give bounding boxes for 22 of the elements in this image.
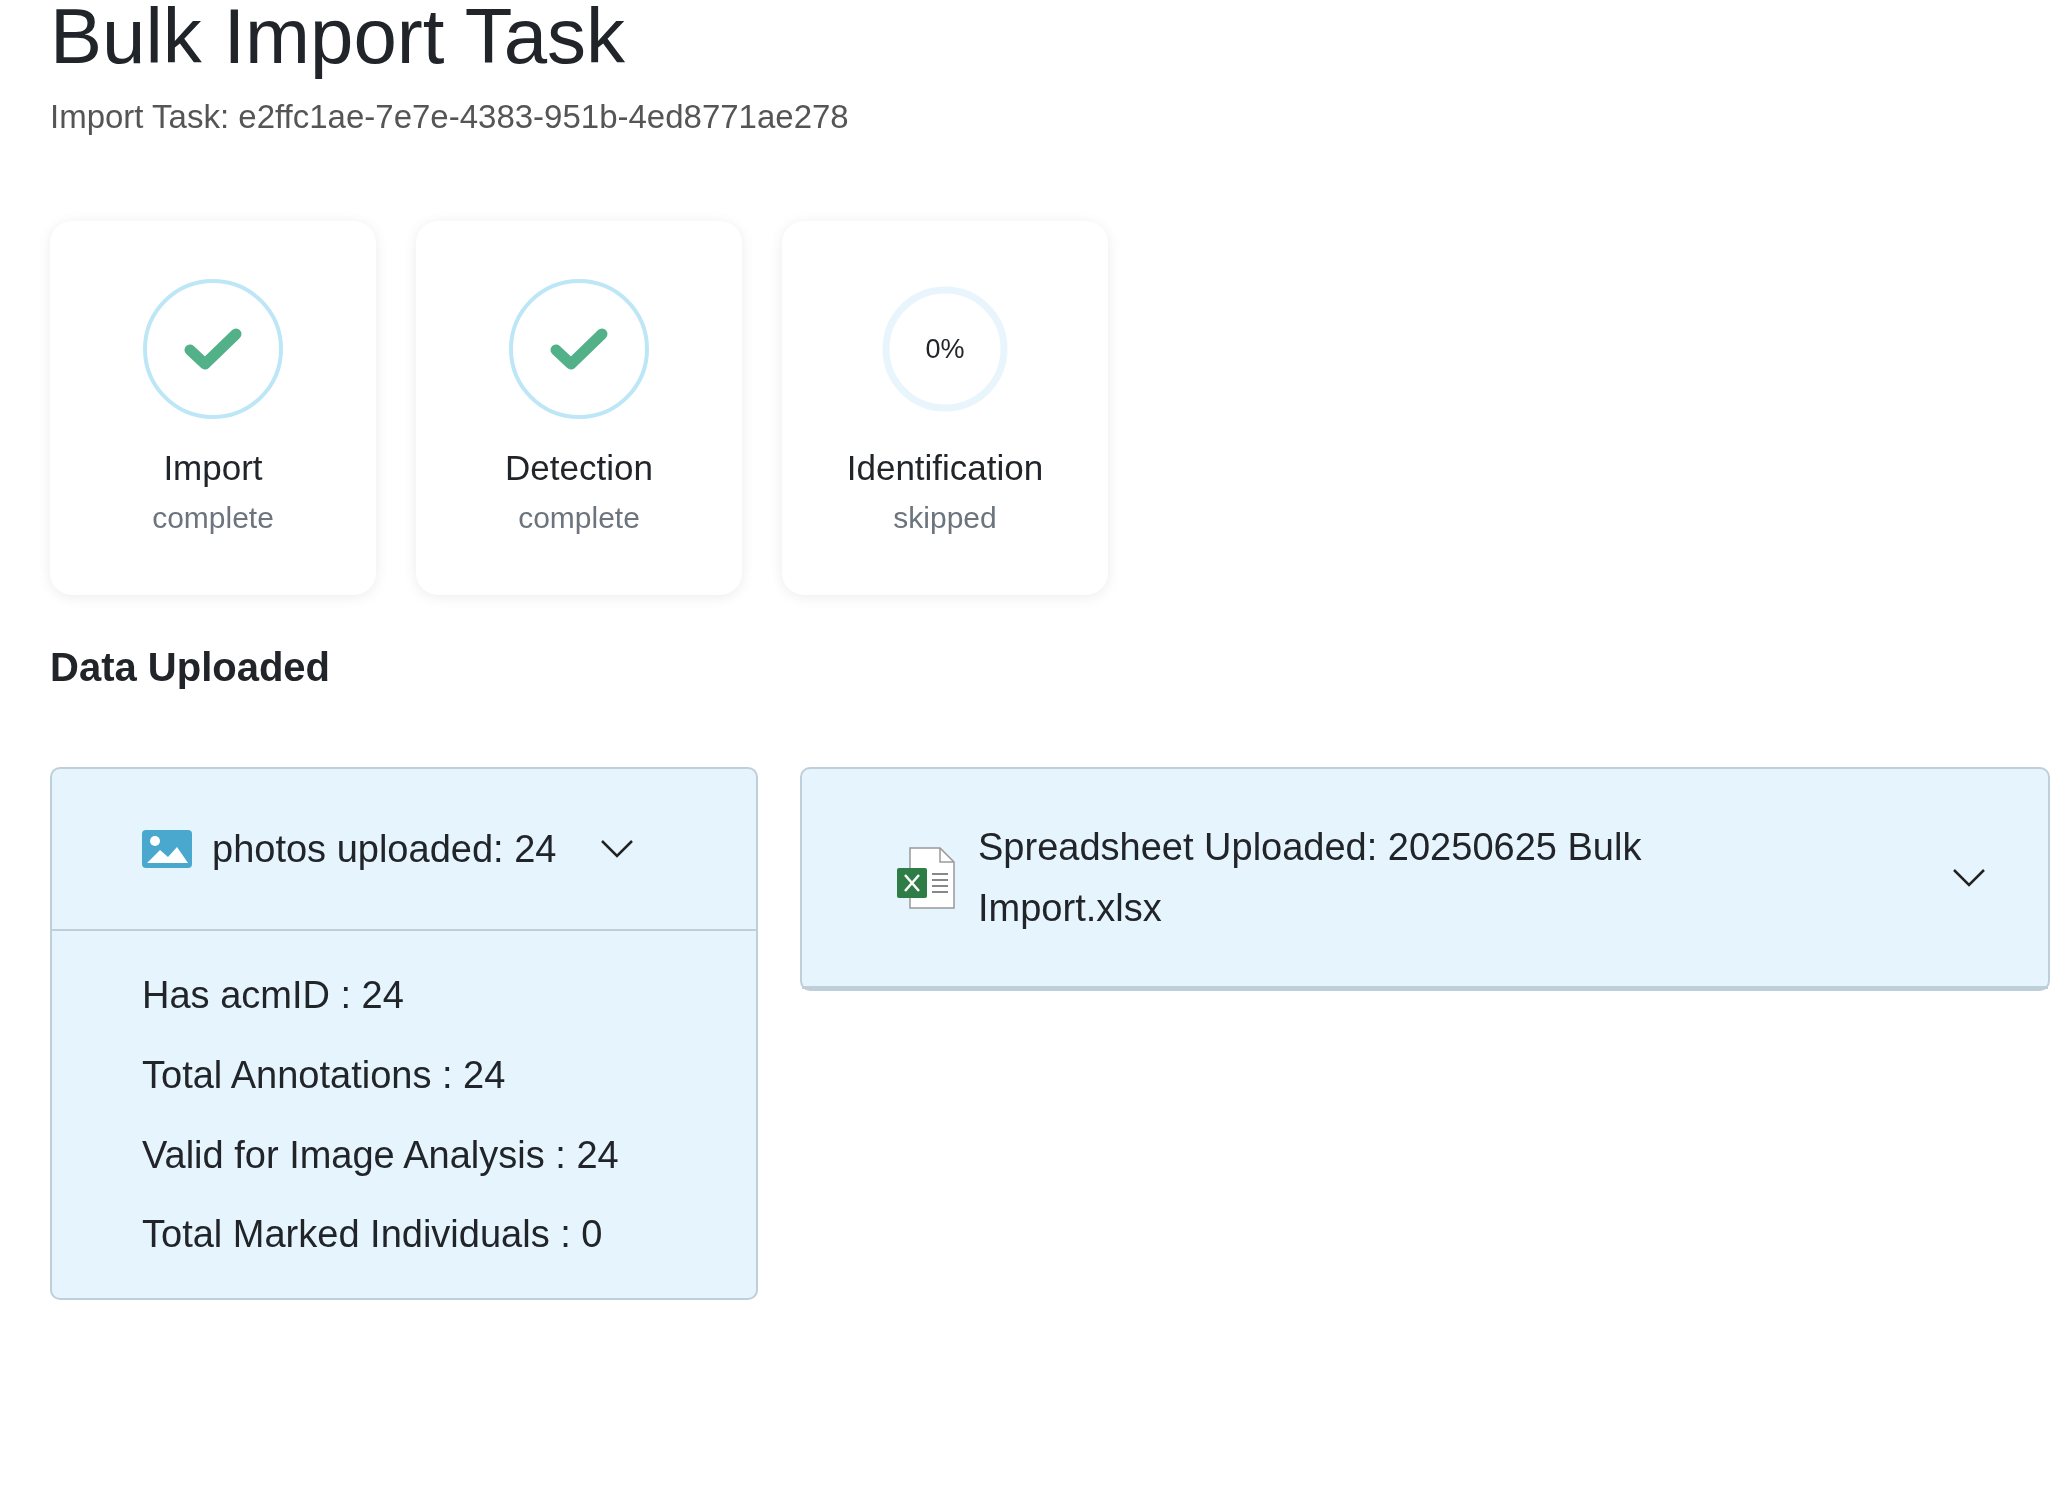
page-title: Bulk Import Task bbox=[50, 0, 627, 78]
stat-line: Has acmID : 24 bbox=[142, 973, 405, 1019]
section-title: Data Uploaded bbox=[50, 644, 332, 692]
panel-header[interactable]: photos uploaded: 24 bbox=[52, 769, 756, 930]
stat-line: Total Marked Individuals : 0 bbox=[142, 1212, 604, 1258]
panel-header[interactable]: Spreadsheet Uploaded: 20250625 Bulk Import.xlsx bbox=[802, 769, 2048, 990]
spreadsheet-file-icon bbox=[896, 845, 958, 910]
stage-label: Import bbox=[163, 447, 263, 490]
stage-status: skipped bbox=[893, 500, 997, 537]
stat-line: Valid for Image Analysis : 24 bbox=[142, 1132, 620, 1178]
stage-status: complete bbox=[518, 500, 640, 537]
stage-label: Detection bbox=[505, 447, 653, 490]
chevron-down-icon bbox=[1952, 867, 1986, 888]
stage-status: complete bbox=[152, 500, 274, 537]
panel-title: Spreadsheet Uploaded: 20250625 Bulk Import.xlsx bbox=[978, 825, 1643, 931]
panel-title: photos uploaded: 24 bbox=[212, 827, 557, 872]
image-icon bbox=[142, 830, 192, 869]
progress-percent: 0% bbox=[924, 333, 966, 367]
chevron-down-icon bbox=[600, 839, 635, 860]
page-subtitle: Import Task: e2ffc1ae-7e7e-4383-951b-4ed8771ae278 bbox=[50, 96, 850, 137]
stat-line: Total Annotations : 24 bbox=[142, 1053, 507, 1098]
stage-label: Identification bbox=[846, 447, 1044, 490]
